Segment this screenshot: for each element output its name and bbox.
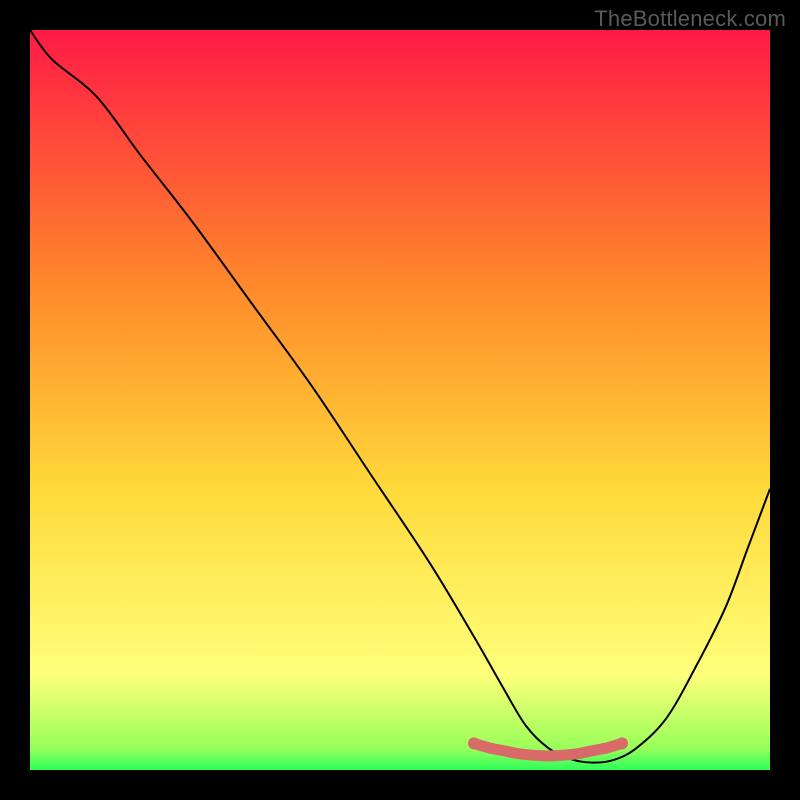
watermark-text: TheBottleneck.com [594,6,786,32]
optimal-range-endpoint [616,737,628,749]
plot-area [30,30,770,770]
gradient-background [30,30,770,770]
chart-container: TheBottleneck.com [0,0,800,800]
chart-svg [30,30,770,770]
optimal-range-endpoint [468,737,480,749]
